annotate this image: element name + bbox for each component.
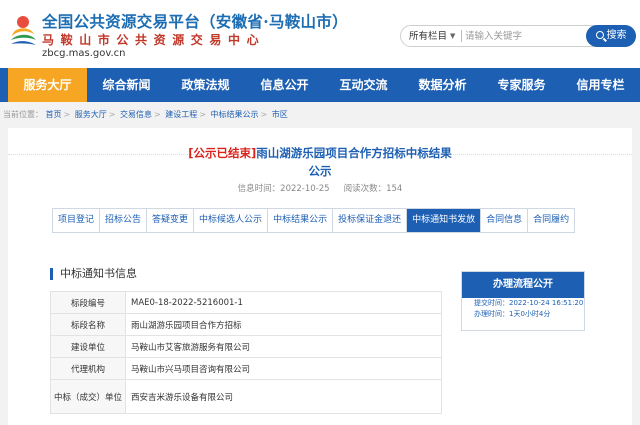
row-value: 西安吉米游乐设备有限公司 — [125, 379, 442, 414]
site-title: 全国公共资源交易平台（安徽省·马鞍山市） — [42, 12, 348, 31]
row-key: 代理机构 — [50, 357, 126, 380]
tab-award-result[interactable]: 中标结果公示 — [268, 209, 334, 232]
tab-deposit-refund[interactable]: 投标保证金退还 — [333, 209, 408, 232]
breadcrumb-award-result[interactable]: 中标结果公示 — [211, 110, 259, 119]
process-panel-title: 办理流程公开 — [462, 272, 584, 298]
article-date: 2022-10-25 — [280, 184, 330, 194]
row-key: 建设单位 — [50, 335, 126, 358]
nav-item-news[interactable]: 综合新闻 — [87, 68, 166, 102]
site-url: zbcg.mas.gov.cn — [42, 48, 126, 59]
nav-item-credit[interactable]: 信用专栏 — [561, 68, 640, 102]
row-value: 马鞍山市兴马项目咨询有限公司 — [125, 357, 442, 380]
tab-project-registration[interactable]: 项目登记 — [53, 209, 101, 232]
article-title-line1: 雨山湖游乐园项目合作方招标中标结果 — [256, 146, 452, 160]
article-meta: 信息时间：2022-10-25 阅读次数：154 — [8, 182, 632, 194]
views-label: 阅读次数： — [343, 184, 387, 194]
search-box: 所有栏目▼ 搜索 — [400, 25, 636, 47]
row-key: 标段编号 — [50, 291, 126, 314]
tab-candidate-notice[interactable]: 中标候选人公示 — [194, 209, 269, 232]
nav-item-policy[interactable]: 政策法规 — [166, 68, 245, 102]
breadcrumb-home[interactable]: 首页 — [46, 110, 62, 119]
breadcrumb-separator: > — [260, 110, 268, 119]
nav-item-expert[interactable]: 专家服务 — [482, 68, 561, 102]
search-icon — [595, 31, 604, 39]
article-title: [公示已结束]雨山湖游乐园项目合作方招标中标结果 公示 — [8, 144, 632, 180]
tab-award-notice-issuance[interactable]: 中标通知书发放 — [407, 209, 482, 232]
date-label: 信息时间： — [237, 184, 281, 194]
nav-item-disclosure[interactable]: 信息公开 — [245, 68, 324, 102]
table-row: 标段名称 雨山湖游乐园项目合作方招标 — [50, 313, 442, 336]
duration: 1天0小时4分 — [509, 310, 551, 318]
site-subtitle: 马鞍山市公共资源交易中心 — [42, 33, 266, 47]
tab-tender-notice[interactable]: 招标公告 — [100, 209, 148, 232]
breadcrumb-construction[interactable]: 建设工程 — [165, 110, 197, 119]
breadcrumb-prefix: 当前位置： — [3, 110, 43, 119]
main-nav: 服务大厅 综合新闻 政策法规 信息公开 互动交流 数据分析 专家服务 信用专栏 — [0, 68, 640, 102]
table-row: 代理机构 马鞍山市兴马项目咨询有限公司 — [50, 357, 442, 380]
content-card: [公示已结束]雨山湖游乐园项目合作方招标中标结果 公示 信息时间：2022-10… — [8, 128, 632, 425]
nav-item-interaction[interactable]: 互动交流 — [324, 68, 403, 102]
nav-item-service-hall[interactable]: 服务大厅 — [8, 68, 87, 102]
breadcrumb-separator: > — [154, 110, 161, 119]
search-button-label: 搜索 — [606, 30, 627, 41]
submit-time-row: 提交时间：2022-10-24 16:51:20 — [462, 298, 584, 309]
site-logo-icon — [11, 16, 36, 45]
tab-contract-info[interactable]: 合同信息 — [481, 209, 529, 232]
submit-time: 2022-10-24 16:51:20 — [509, 299, 584, 307]
row-key: 中标（成交）单位 — [50, 379, 126, 414]
table-row: 建设单位 马鞍山市艾客旅游服务有限公司 — [50, 335, 442, 358]
process-panel: 办理流程公开 提交时间：2022-10-24 16:51:20 办理时间：1天0… — [461, 271, 585, 331]
duration-row: 办理时间：1天0小时4分 — [462, 309, 584, 320]
breadcrumb-separator: > — [199, 110, 206, 119]
duration-label: 办理时间： — [474, 310, 509, 318]
search-input[interactable] — [465, 27, 575, 45]
search-scope-select[interactable]: 所有栏目 ▼ — [409, 26, 455, 46]
breadcrumb-separator: > — [108, 110, 116, 119]
award-info-table: 标段编号 MAE0-18-2022-5216001-1 标段名称 雨山湖游乐园项… — [50, 291, 442, 414]
row-key: 标段名称 — [50, 313, 126, 336]
search-divider — [461, 30, 462, 42]
tab-contract-performance[interactable]: 合同履约 — [528, 209, 575, 232]
breadcrumb-separator: > — [63, 110, 71, 119]
search-button[interactable]: 搜索 — [586, 25, 636, 47]
status-badge: [公示已结束] — [188, 146, 257, 160]
table-row: 中标（成交）单位 西安吉米游乐设备有限公司 — [50, 379, 442, 414]
nav-item-data-analysis[interactable]: 数据分析 — [403, 68, 482, 102]
article-title-line2: 公示 — [308, 164, 332, 178]
table-row: 标段编号 MAE0-18-2022-5216001-1 — [50, 291, 442, 314]
site-header: 全国公共资源交易平台（安徽省·马鞍山市） 马鞍山市公共资源交易中心 zbcg.m… — [0, 0, 640, 68]
row-value: 雨山湖游乐园项目合作方招标 — [125, 313, 442, 336]
breadcrumb-city-district[interactable]: 市区 — [272, 110, 288, 119]
section-title: 中标通知书信息 — [50, 267, 137, 281]
article-views: 154 — [386, 184, 403, 194]
breadcrumb-trade-info[interactable]: 交易信息 — [120, 110, 152, 119]
submit-time-label: 提交时间： — [474, 299, 509, 307]
row-value: MAE0-18-2022-5216001-1 — [125, 291, 442, 314]
tab-qa-changes[interactable]: 答疑变更 — [147, 209, 195, 232]
breadcrumb-service-hall[interactable]: 服务大厅 — [75, 110, 107, 119]
stage-tabs: 项目登记 招标公告 答疑变更 中标候选人公示 中标结果公示 投标保证金退还 中标… — [52, 208, 576, 233]
row-value: 马鞍山市艾客旅游服务有限公司 — [125, 335, 442, 358]
chevron-down-icon: ▼ — [450, 32, 456, 40]
search-scope-label: 所有栏目 — [409, 31, 448, 42]
breadcrumb: 当前位置： 首页 > 服务大厅 > 交易信息 > 建设工程 > 中标结果公示 > 市区 — [0, 108, 640, 122]
